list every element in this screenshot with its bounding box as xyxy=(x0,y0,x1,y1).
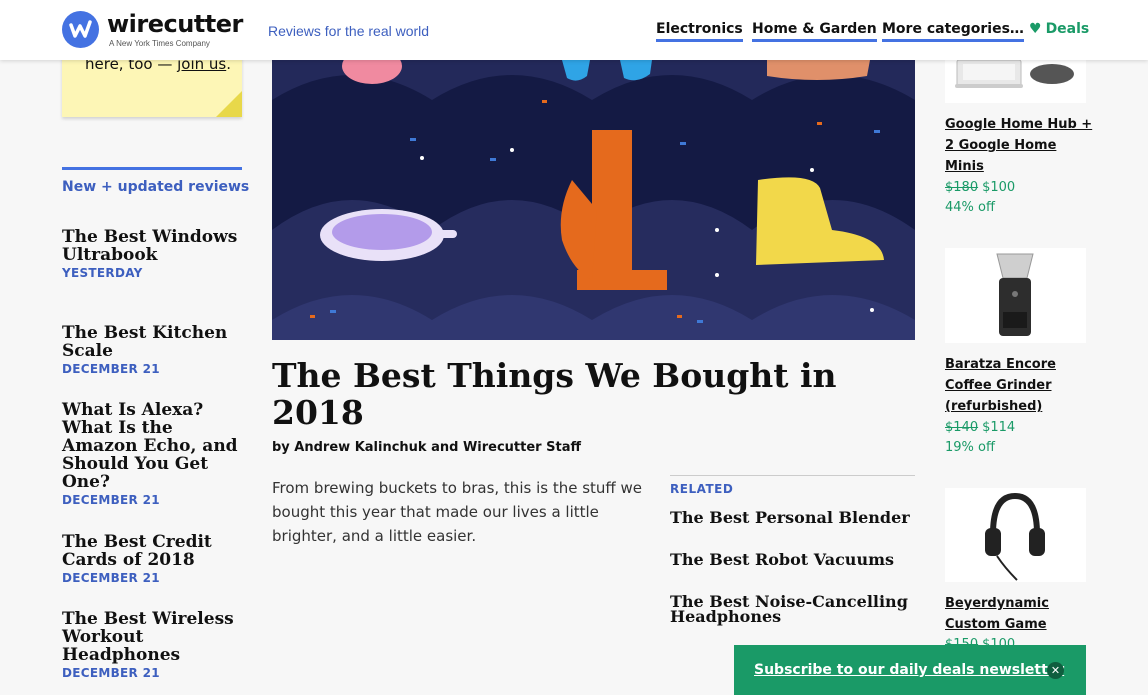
sidebar-review-date: YESTERDAY xyxy=(62,266,143,280)
deal-product-image[interactable] xyxy=(945,248,1086,343)
sidebar-review-title[interactable]: The Best Kitchen Scale xyxy=(62,324,247,360)
sidebar-review-date: DECEMBER 21 xyxy=(62,493,160,507)
sidebar-review-date: DECEMBER 21 xyxy=(62,362,160,376)
related-divider xyxy=(670,475,915,476)
sidebar-review-item[interactable]: What Is Alexa? What Is the Amazon Echo, … xyxy=(62,401,247,507)
sidebar-divider xyxy=(62,167,242,170)
google-home-hub-image xyxy=(955,60,1074,88)
sticky-fold-corner xyxy=(216,91,242,117)
deal-price: $140 $114 xyxy=(945,420,1015,435)
deal-new-price: $100 xyxy=(982,180,1016,195)
deal-discount: 44% off xyxy=(945,200,995,215)
nav-more-categories[interactable]: More categories… xyxy=(882,21,1024,42)
sidebar-review-item[interactable]: The Best Credit Cards of 2018 DECEMBER 2… xyxy=(62,533,247,585)
logo-subtitle: A New York Times Company xyxy=(109,39,210,48)
sidebar-review-date: DECEMBER 21 xyxy=(62,666,160,680)
deal-discount: 19% off xyxy=(945,440,995,455)
newsletter-subscribe-link[interactable]: Subscribe to our daily deals newsletter xyxy=(754,662,1064,678)
article-dek: From brewing buckets to bras, this is th… xyxy=(272,479,643,545)
related-link[interactable]: The Best Noise-Cancelling Headphones xyxy=(670,594,915,625)
wirecutter-logo-icon[interactable] xyxy=(62,11,99,48)
heart-icon: ♥ xyxy=(1029,21,1042,37)
nav-electronics[interactable]: Electronics xyxy=(656,21,743,42)
related-link[interactable]: The Best Personal Blender xyxy=(670,510,915,526)
sidebar-review-title[interactable]: The Best Credit Cards of 2018 xyxy=(62,533,247,569)
coffee-grinder-image xyxy=(996,253,1034,336)
newsletter-banner: Subscribe to our daily deals newsletter … xyxy=(734,645,1086,695)
site-header: wirecutter A New York Times Company Revi… xyxy=(0,0,1148,60)
headphones-image xyxy=(985,492,1045,581)
hero-illustration[interactable] xyxy=(272,60,915,340)
sidebar-review-date: DECEMBER 21 xyxy=(62,571,160,585)
related-heading: RELATED xyxy=(670,482,734,496)
nav-home-garden[interactable]: Home & Garden xyxy=(752,21,877,42)
deal-old-price: $180 xyxy=(945,180,979,195)
sidebar-review-item[interactable]: The Best Windows Ultrabook YESTERDAY xyxy=(62,228,247,280)
sidebar-review-title[interactable]: What Is Alexa? What Is the Amazon Echo, … xyxy=(62,401,247,491)
deal-name-link[interactable]: Google Home Hub + 2 Google Home Minis xyxy=(945,114,1095,177)
hero-illustration-art xyxy=(272,60,915,340)
deal-old-price: $140 xyxy=(945,420,979,435)
deal-name-link[interactable]: Beyerdynamic Custom Game xyxy=(945,593,1095,635)
deal-product-image[interactable] xyxy=(945,60,1086,103)
site-tagline: Reviews for the real world xyxy=(268,23,430,39)
logo-wordmark[interactable]: wirecutter xyxy=(107,10,243,38)
sidebar-review-title[interactable]: The Best Windows Ultrabook xyxy=(62,228,247,264)
deal-price: $180 $100 xyxy=(945,180,1015,195)
article-title[interactable]: The Best Things We Bought in 2018 xyxy=(272,357,912,431)
sidebar-heading[interactable]: New + updated reviews xyxy=(62,179,249,195)
deal-new-price: $114 xyxy=(982,420,1016,435)
close-icon[interactable]: ✕ xyxy=(1047,662,1064,679)
sidebar-review-item[interactable]: The Best Wireless Workout Headphones DEC… xyxy=(62,610,247,680)
deals-label: Deals xyxy=(1045,21,1090,37)
sidebar-review-item[interactable]: The Best Kitchen Scale DECEMBER 21 xyxy=(62,324,247,376)
article-byline: by Andrew Kalinchuk and Wirecutter Staff xyxy=(272,440,581,455)
nav-deals[interactable]: ♥ Deals xyxy=(1029,21,1089,37)
related-link[interactable]: The Best Robot Vacuums xyxy=(670,552,915,568)
deal-name-link[interactable]: Baratza Encore Coffee Grinder (refurbish… xyxy=(945,354,1095,417)
deal-product-image[interactable] xyxy=(945,488,1086,582)
sidebar-review-title[interactable]: The Best Wireless Workout Headphones xyxy=(62,610,247,664)
